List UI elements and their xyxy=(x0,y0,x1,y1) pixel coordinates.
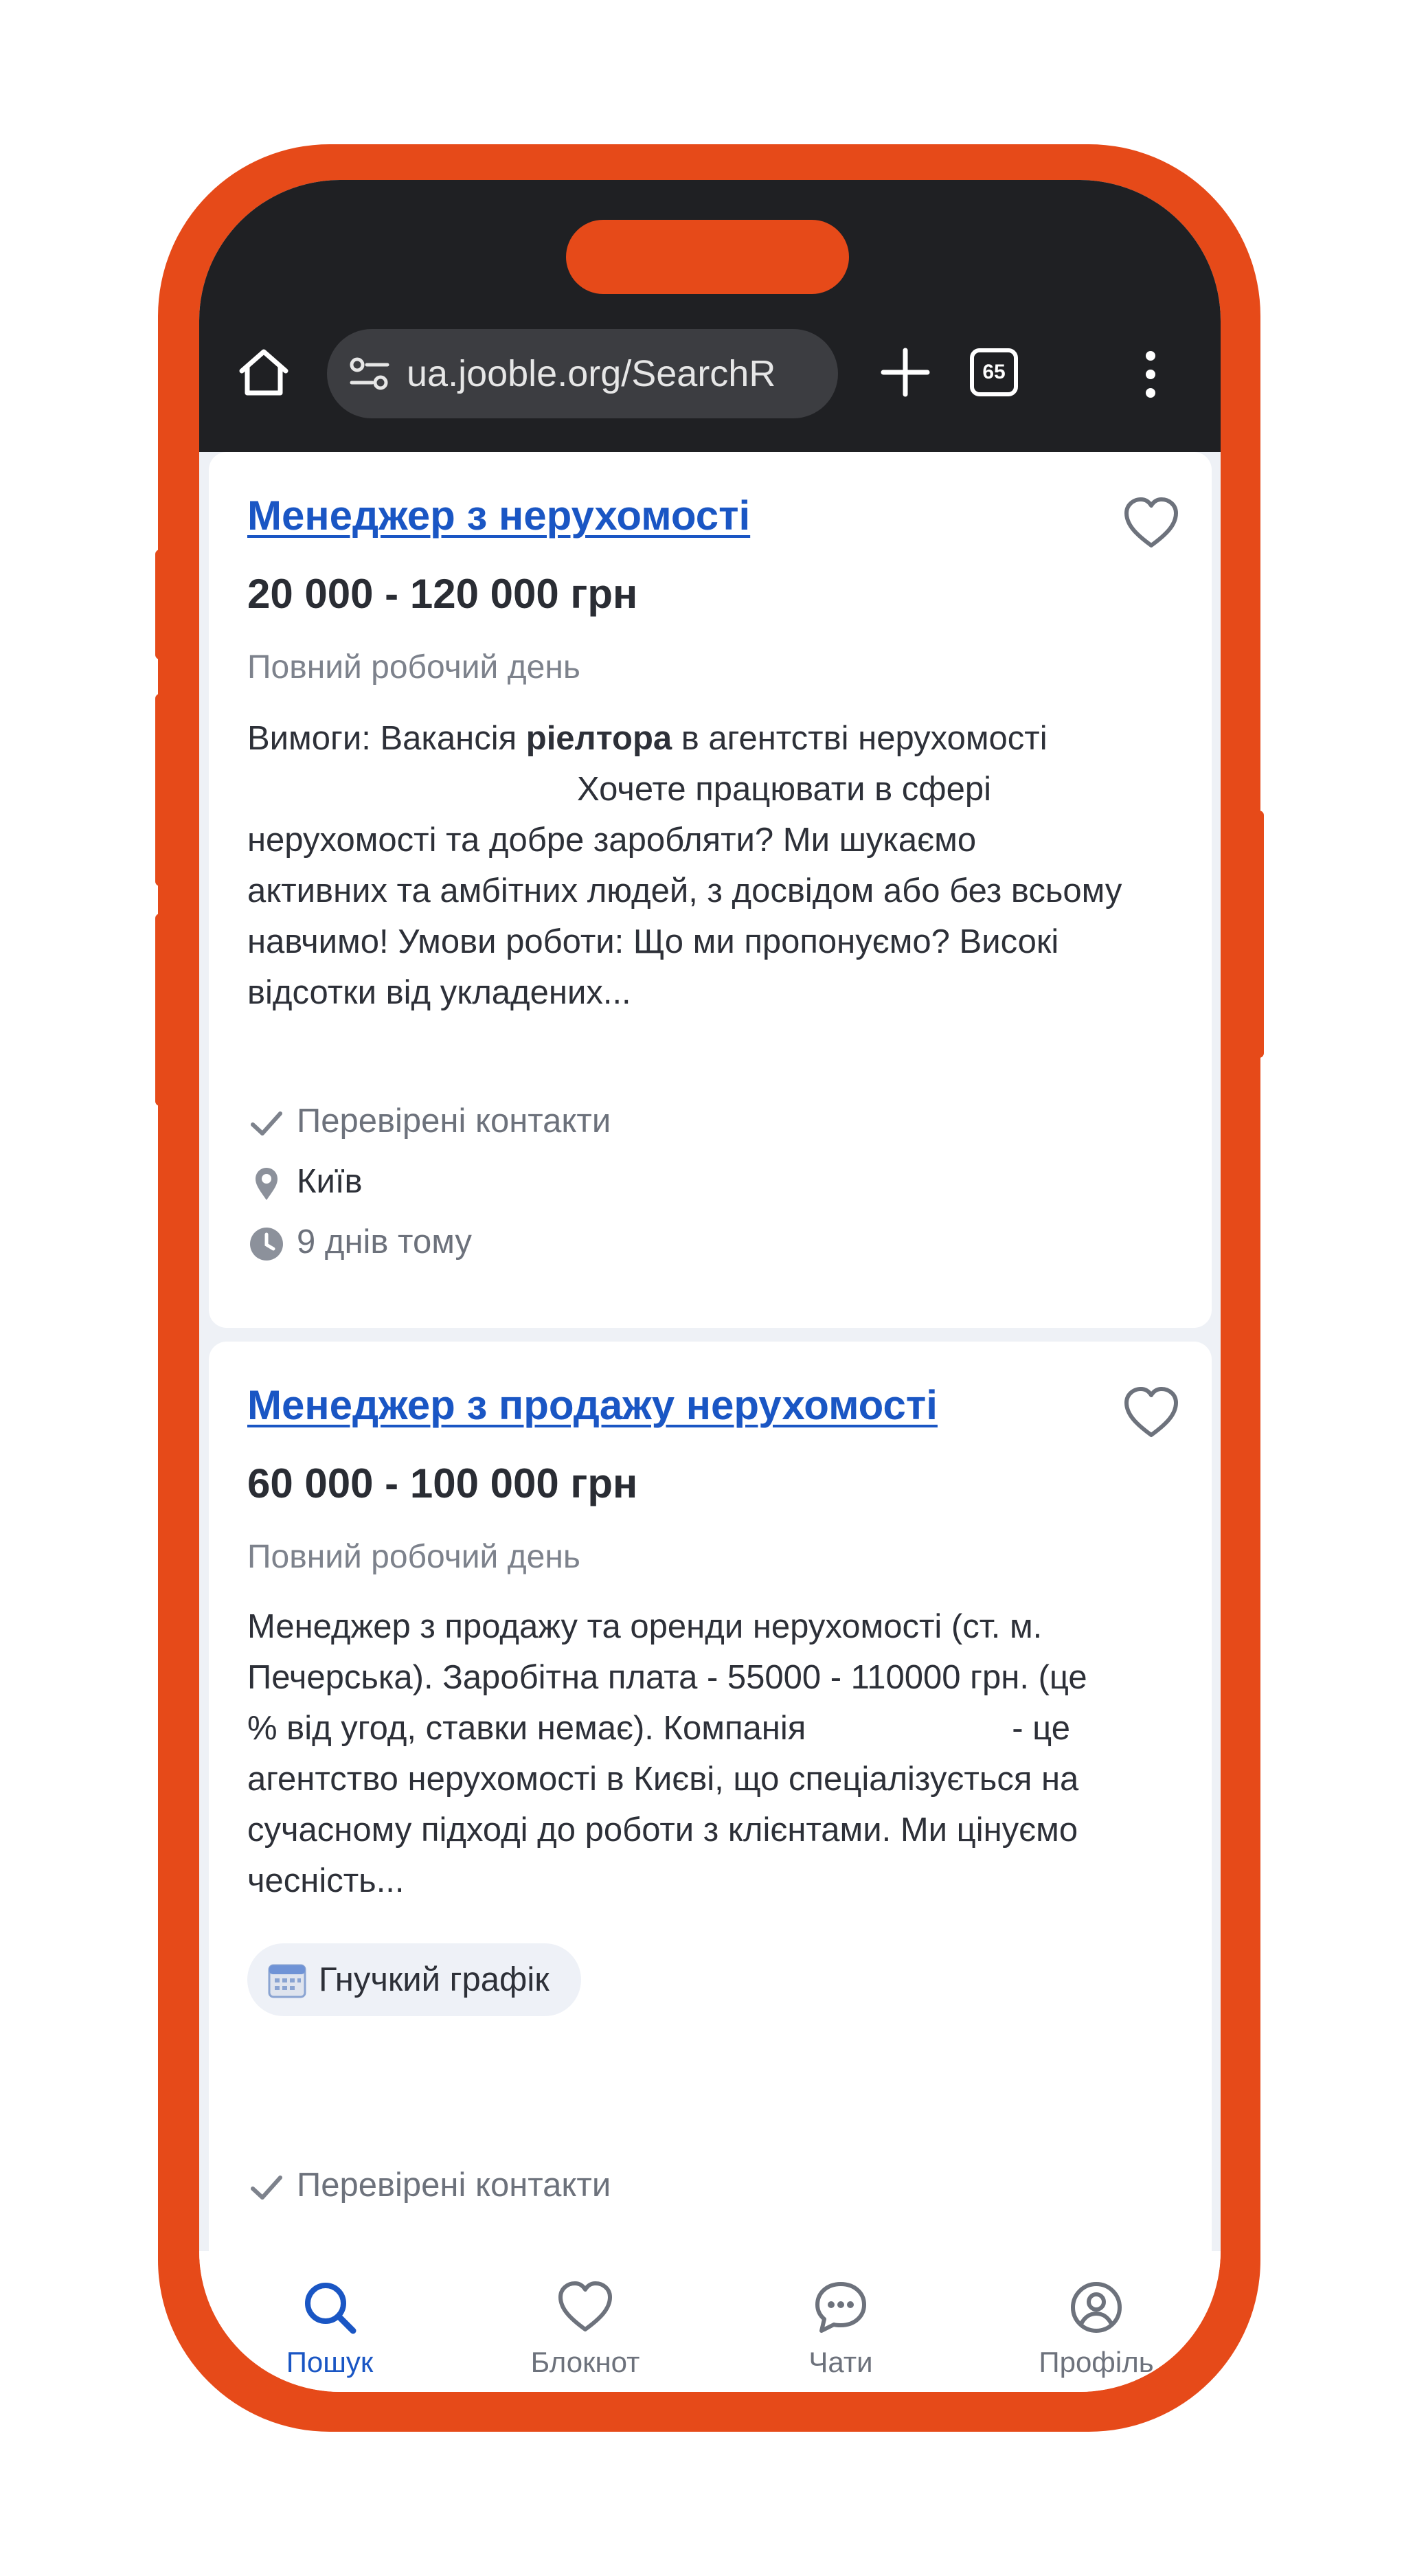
heart-icon[interactable] xyxy=(1122,496,1180,550)
job-card[interactable]: Менеджер з нерухомості 20 000 - 120 000 … xyxy=(209,452,1212,1328)
work-schedule: Повний робочий день xyxy=(247,649,580,686)
search-icon xyxy=(305,2283,356,2334)
flexible-schedule-tag: Гнучкий графік xyxy=(247,1943,581,2016)
phone-screen: ua.jooble.org/SearchR 65 Менеджер з неру… xyxy=(199,180,1221,2392)
description-line: нерухомості та добре заробляти? Ми шукає… xyxy=(247,822,977,859)
description-text: - це xyxy=(1012,1710,1070,1747)
job-description: Вимоги: Вакансія ріелтора в агентстві не… xyxy=(247,713,1195,1018)
search-results: Менеджер з нерухомості 20 000 - 120 000 … xyxy=(199,452,1221,2252)
job-title-link[interactable]: Менеджер з нерухомості xyxy=(247,492,750,539)
description-text: Вимоги: Вакансія xyxy=(247,720,526,757)
verified-label: Перевірені контакти xyxy=(297,1103,611,1140)
location-pin-icon xyxy=(256,1168,278,1201)
verified-contacts: Перевірені контакти xyxy=(247,1102,611,1142)
tab-switcher-button[interactable]: 65 xyxy=(970,348,1018,396)
salary: 60 000 - 100 000 грн xyxy=(247,1460,638,1506)
nav-label: Пошук xyxy=(286,2346,374,2378)
nav-label: Профіль xyxy=(1039,2346,1154,2378)
bottom-navigation: Пошук Блокнот Чати Профіль xyxy=(199,2251,1221,2392)
posted-date: 9 днів тому xyxy=(247,1223,472,1263)
nav-label: Чати xyxy=(808,2346,873,2378)
phone-side-button xyxy=(155,914,165,1106)
site-settings-icon[interactable] xyxy=(349,355,390,392)
description-line: Вимоги: Вакансія ріелтора в агентстві не… xyxy=(247,713,1195,764)
url-bar[interactable]: ua.jooble.org/SearchR xyxy=(327,329,838,418)
job-location: Київ xyxy=(247,1162,363,1203)
description-text: в агентстві нерухомості xyxy=(672,720,1048,757)
browser-toolbar: ua.jooble.org/SearchR 65 xyxy=(199,180,1221,452)
location-label: Київ xyxy=(297,1163,363,1200)
job-description: Менеджер з продажу та оренди нерухомості… xyxy=(247,1601,1195,1906)
verified-contacts: Перевірені контакти xyxy=(247,2166,611,2206)
description-line: % від угод, ставки немає). Компанія - це xyxy=(247,1703,1195,1754)
nav-label: Блокнот xyxy=(530,2346,640,2378)
clock-icon xyxy=(250,1228,283,1261)
description-line: сучасному підході до роботи з клієнтами.… xyxy=(247,1811,1078,1849)
phone-side-button xyxy=(155,550,165,659)
description-highlight: ріелтора xyxy=(525,720,672,757)
description-line: Печерська). Заробітна плата - 55000 - 11… xyxy=(247,1659,1087,1696)
new-tab-icon[interactable] xyxy=(879,346,931,398)
check-icon xyxy=(251,1111,282,1136)
description-line: активних та амбітних людей, з досвідом а… xyxy=(247,872,1122,909)
check-icon xyxy=(251,2176,282,2200)
profile-icon xyxy=(1071,2282,1122,2333)
description-line: відсотки від укладених... xyxy=(247,974,631,1011)
nav-search[interactable]: Пошук xyxy=(240,2279,419,2379)
url-text[interactable]: ua.jooble.org/SearchR xyxy=(407,329,776,418)
nav-chats[interactable]: Чати xyxy=(751,2279,930,2379)
description-line: Хочете працювати в сфері xyxy=(577,771,992,808)
description-line: Менеджер з продажу та оренди нерухомості… xyxy=(247,1608,1043,1645)
heart-icon[interactable] xyxy=(1122,1386,1180,1439)
description-line: чесність... xyxy=(247,1862,405,1899)
posted-label: 9 днів тому xyxy=(297,1223,472,1261)
chat-icon xyxy=(815,2282,866,2333)
more-menu-icon[interactable] xyxy=(1140,350,1161,398)
nav-notebook[interactable]: Блокнот xyxy=(496,2279,675,2379)
phone-side-button xyxy=(155,694,165,886)
tag-label: Гнучкий графік xyxy=(319,1961,550,1998)
job-title-link[interactable]: Менеджер з продажу нерухомості xyxy=(247,1381,938,1429)
calendar-icon xyxy=(268,1964,306,1998)
description-line: навчимо! Умови роботи: Що ми пропонуємо?… xyxy=(247,923,1059,960)
heart-icon xyxy=(558,2281,612,2331)
nav-profile[interactable]: Профіль xyxy=(1007,2279,1186,2379)
salary: 20 000 - 120 000 грн xyxy=(247,571,638,617)
dynamic-island xyxy=(566,220,849,294)
job-card[interactable]: Менеджер з продажу нерухомості 60 000 - … xyxy=(209,1342,1212,2252)
description-line: агентство нерухомості в Києві, що спеціа… xyxy=(247,1761,1079,1798)
description-text: % від угод, ставки немає). Компанія xyxy=(247,1710,806,1747)
work-schedule: Повний робочий день xyxy=(247,1539,580,1575)
home-icon[interactable] xyxy=(236,345,291,400)
phone-side-button xyxy=(1254,811,1264,1058)
verified-label: Перевірені контакти xyxy=(297,2167,611,2204)
